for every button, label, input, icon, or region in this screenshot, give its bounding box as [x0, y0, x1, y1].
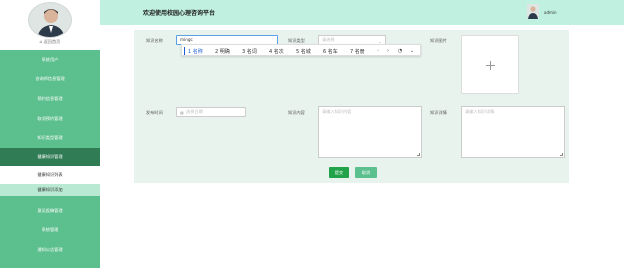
ime-candidate-4[interactable]: 4 名次 [269, 48, 284, 55]
ime-candidate-1[interactable]: 1 名称 [188, 48, 203, 55]
sidebar-profile: ⌂ 返回首页 [0, 0, 100, 50]
sidebar-item-feedback[interactable]: 意见投稿管理 [0, 208, 100, 214]
knowledge-detail-label: 知识详情 [430, 110, 447, 115]
knowledge-content-textarea[interactable]: 请输入知识内容 [318, 106, 422, 158]
knowledge-content-placeholder: 请输入知识内容 [322, 109, 352, 114]
sidebar-item-system-users[interactable]: 系统用户 [0, 57, 100, 63]
knowledge-detail-textarea[interactable]: 请输入知识详情 [461, 106, 565, 158]
sidebar-item-system-settings[interactable]: 系统管理 [0, 227, 100, 233]
knowledge-image-label: 知识图片 [430, 38, 447, 43]
ime-next-icon[interactable]: › [387, 48, 389, 54]
sidebar-item-health-knowledge[interactable]: 健康知识管理 [0, 148, 100, 166]
top-header: 欢迎使用校园心理咨询平台 admin [100, 0, 624, 25]
avatar [28, 2, 72, 38]
ime-candidate-6[interactable]: 6 名车 [323, 48, 338, 55]
publish-time-placeholder: 选择日期 [186, 109, 203, 114]
ime-candidate-2[interactable]: 2 明确 [215, 48, 230, 55]
sidebar-item-knowledge-types[interactable]: 知识类型管理 [0, 135, 100, 141]
ime-mode-icon[interactable]: ◔ [398, 48, 402, 54]
sidebar-item-knowledge-add[interactable]: 健康知识添加 [0, 184, 100, 196]
user-name[interactable]: admin [544, 10, 557, 15]
sidebar-item-appointments[interactable]: 预约信息管理 [0, 96, 100, 102]
knowledge-content-label: 知识内容 [288, 110, 305, 115]
knowledge-detail-placeholder: 请输入知识详情 [465, 109, 495, 114]
ime-prev-icon[interactable]: ‹ [377, 48, 379, 54]
user-avatar[interactable] [527, 4, 539, 19]
publish-time-label: 发布时间 [146, 110, 163, 115]
sidebar-item-counselor-info[interactable]: 咨询师信息管理 [0, 76, 100, 82]
image-upload[interactable] [461, 35, 519, 94]
resize-handle-icon[interactable] [560, 153, 563, 156]
cancel-button[interactable]: 取消 [355, 167, 377, 178]
sidebar: ⌂ 返回首页 系统用户 咨询师信息管理 预约信息管理 取消预约管理 知识类型管理… [0, 0, 100, 268]
knowledge-name-value: mingc [180, 37, 193, 42]
ime-candidate-bar: 1 名称 2 明确 3 名词 4 名次 5 名城 6 名车 7 名册 ‹ › ◔… [181, 44, 421, 56]
ime-candidate-3[interactable]: 3 名词 [242, 48, 257, 55]
knowledge-name-label: 知识名称 [146, 38, 163, 43]
page-title: 欢迎使用校园心理咨询平台 [143, 10, 216, 17]
knowledge-type-placeholder: 请选择 [322, 37, 335, 42]
sidebar-item-knowledge-list[interactable]: 健康知识列表 [0, 166, 100, 184]
ime-candidate-5[interactable]: 5 名城 [296, 48, 311, 55]
back-home-link[interactable]: ⌂ 返回首页 [0, 39, 100, 45]
resize-handle-icon[interactable] [417, 153, 420, 156]
ime-candidate-7[interactable]: 7 名册 [350, 48, 365, 55]
sidebar-item-cancel-appointments[interactable]: 取消预约管理 [0, 116, 100, 122]
ime-cursor [184, 47, 185, 55]
ime-expand-icon[interactable]: ⌄ [410, 48, 414, 54]
calendar-icon: ▦ [180, 110, 184, 115]
submit-button[interactable]: 提交 [329, 167, 349, 178]
sidebar-item-announcements[interactable]: 通知公告管理 [0, 247, 100, 253]
publish-time-input[interactable]: 选择日期 [176, 107, 246, 117]
